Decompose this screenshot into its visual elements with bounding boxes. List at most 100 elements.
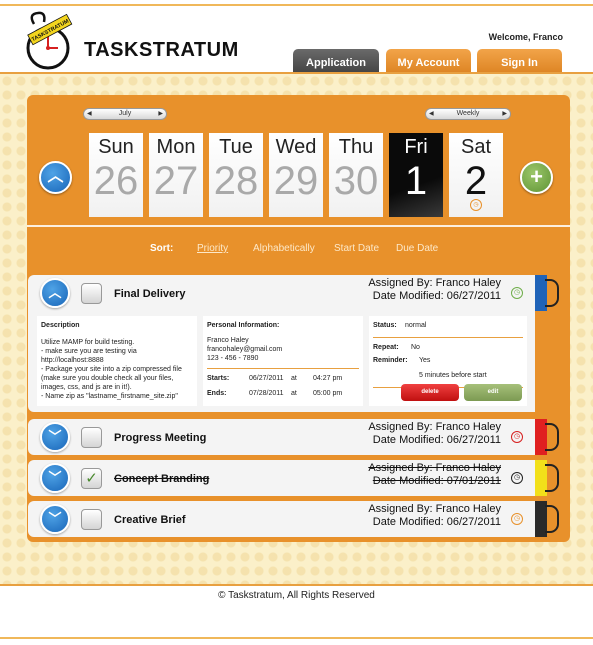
header: TASKSTRATUM TASKSTRATUM Welcome, Franco … [0,6,593,78]
day-name: Thu [338,136,374,158]
chevron-up-icon[interactable]: ︿ [39,161,72,194]
task-checkbox[interactable] [81,427,102,448]
starts-row: Starts: 06/27/2011 at 04:27 pm [207,374,359,385]
reminder-when: 5 minutes before start [419,372,487,379]
clock-icon[interactable]: ◷ [511,287,523,299]
starts-at: at [291,375,297,382]
chevron-down-icon[interactable]: ﹀ [40,504,70,534]
ends-at: at [291,390,297,397]
day-name: Mon [156,136,196,158]
contact-phone: 123 - 456 - 7890 [207,355,259,362]
month-value: July [118,110,132,117]
description-line: (make sure you double check all your fil… [41,375,174,382]
repeat-value: No [411,344,420,351]
day-name: Sat [460,136,492,158]
arrow-left-icon[interactable]: ◀ [429,109,434,119]
day-sun[interactable]: Sun 26 [89,133,143,217]
day-mon[interactable]: Mon 27 [149,133,203,217]
binder-clip-icon [545,505,559,533]
status-panel: Status: normal Repeat: No Reminder: Yes … [369,316,527,406]
day-sat[interactable]: Sat 2 ◷ [449,133,503,217]
panel-rule [373,337,523,338]
task-card: ﹀ Creative Brief Assigned By: Franco Hal… [28,501,535,537]
day-wed[interactable]: Wed 29 [269,133,323,217]
day-date: 28 [213,159,259,203]
panel-rule [207,368,359,369]
task-title[interactable]: Final Delivery [114,288,186,300]
calendar-divider [27,225,570,227]
task-title[interactable]: Concept Branding [114,473,209,485]
starts-date: 06/27/2011 [249,375,284,382]
task-meta: Assigned By: Franco Haley Date Modified:… [368,503,501,529]
status-row: Status: normal [373,321,523,332]
personal-heading: Personal Information: [207,322,280,329]
date-modified: Date Modified: 07/01/2011 [372,475,501,487]
sort-label: Sort: [150,243,174,254]
sort-start-date-link[interactable]: Start Date [334,243,379,254]
starts-label: Starts: [207,375,230,382]
contact-name: Franco Haley [207,337,249,344]
contact-email[interactable]: francohaley@gmail.com [207,345,359,354]
binder-clip-icon [545,423,559,451]
binder-clip-icon [545,464,559,492]
task-checkbox[interactable] [81,509,102,530]
assigned-by: Assigned By: Franco Haley [368,277,501,289]
repeat-row: Repeat: No [373,343,523,354]
assigned-by: Assigned By: Franco Haley [368,421,501,433]
plus-icon[interactable]: + [520,161,553,194]
sort-due-date-link[interactable]: Due Date [396,243,438,254]
task-title[interactable]: Progress Meeting [114,432,206,444]
footer-copyright: © Taskstratum, All Rights Reserved [218,590,375,601]
status-label: Status: [373,322,397,329]
date-modified: Date Modified: 06/27/2011 [372,434,501,446]
chevron-down-icon[interactable]: ﹀ [40,422,70,452]
day-date: 30 [333,159,379,203]
welcome-text: Welcome, Franco [488,32,563,42]
day-name: Wed [275,136,317,158]
description-line: Utilize MAMP for build testing. [41,339,135,346]
arrow-left-icon[interactable]: ◀ [87,109,92,119]
day-thu[interactable]: Thu 30 [329,133,383,217]
reminder-label: Reminder: [373,357,408,364]
assigned-by: Assigned By: Franco Haley [368,462,501,474]
status-value: normal [405,322,427,329]
sort-priority-link[interactable]: Priority [197,243,228,254]
assigned-by: Assigned By: Franco Haley [368,503,501,515]
footer-rule [0,584,593,586]
arrow-right-icon[interactable]: ▶ [158,109,163,119]
brand-title: TASKSTRATUM [84,39,239,61]
repeat-label: Repeat: [373,344,399,351]
task-title[interactable]: Creative Brief [114,514,186,526]
clock-icon[interactable]: ◷ [511,472,523,484]
view-selector[interactable]: ◀ Weekly ▶ [425,108,511,120]
sort-alphabetically-link[interactable]: Alphabetically [253,243,315,254]
starts-time: 04:27 pm [313,375,343,382]
stopwatch-logo-icon[interactable]: TASKSTRATUM [24,10,74,72]
day-fri-selected[interactable]: Fri 1 [389,133,443,217]
description-line: - Package your site into a zip compresse… [41,366,182,373]
clock-icon: ◷ [470,199,482,211]
clock-icon[interactable]: ◷ [511,513,523,525]
binder-clip-icon [545,279,559,307]
task-checkbox-checked[interactable]: ✓ [81,468,102,489]
day-date: 26 [93,159,139,203]
view-value: Weekly [456,110,480,117]
edit-button[interactable]: edit [464,384,522,401]
description-heading: Description [41,322,80,329]
delete-button[interactable]: delete [401,384,459,401]
date-modified: Date Modified: 06/27/2011 [372,516,501,528]
task-card-completed: ﹀ ✓ Concept Branding Assigned By: Franco… [28,460,535,496]
month-selector[interactable]: ◀ July ▶ [83,108,167,120]
day-tue[interactable]: Tue 28 [209,133,263,217]
chevron-down-icon[interactable]: ﹀ [40,463,70,493]
chevron-up-icon[interactable]: ︿ [40,278,70,308]
task-checkbox[interactable] [81,283,102,304]
day-date: 1 [404,159,428,203]
description-line: - Name zip as "lastname_firstname_site.z… [41,393,178,400]
description-line: images, css, and js are in it!). [41,384,132,391]
bottom-rule [0,637,593,639]
task-meta: Assigned By: Franco Haley Date Modified:… [368,277,501,303]
arrow-right-icon[interactable]: ▶ [502,109,507,119]
clock-icon[interactable]: ◷ [511,431,523,443]
day-date: 2 [464,159,488,203]
